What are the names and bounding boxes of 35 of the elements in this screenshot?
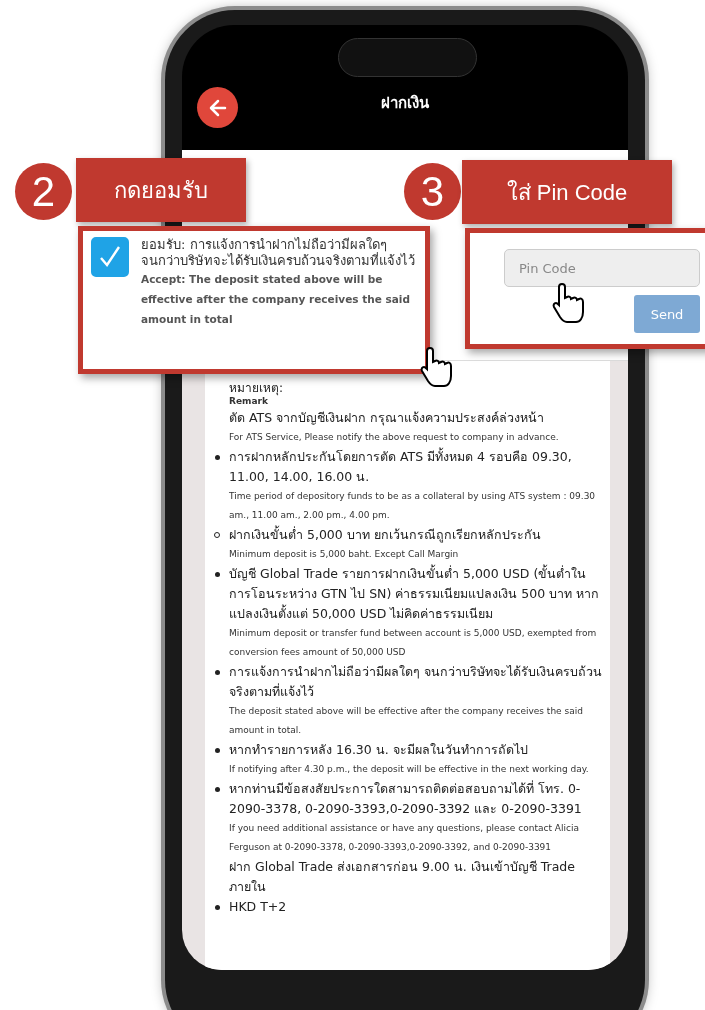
accept-translation: Accept: The deposit stated above will be effective after the company receives the said amount in total <box>141 272 411 327</box>
note-translation: If notifying after 4.30 p.m., the deposit will be effective in the next working day. <box>229 763 590 776</box>
note-text: หมายเหตุ: <box>229 381 285 395</box>
note-translation: If you need additional assistance or have any questions, please contact Alicia Ferguson at 0-2090-3378, 0-2090-3393,0-2090-3392, and 0-2090-3391 <box>229 822 580 854</box>
note-translation: Minimum deposit or transfer fund between account is 5,000 USD, exempted from conversion fees amount of 50,000 USD <box>229 627 598 659</box>
note-text: การแจ้งการนำฝากไม่ถือว่ามีผลใดๆ จนกว่าบริษัทจะได้รับเงินครบถ้วนจริงตามที่แจ้งไว้ <box>229 663 603 701</box>
step-label: ใส่ Pin Code <box>462 160 672 224</box>
note-translation: Minimum deposit is 5,000 baht. Except Call Margin <box>229 548 460 561</box>
bullet-icon <box>214 669 220 675</box>
hand-cursor-icon <box>552 282 586 326</box>
step-label: กดยอมรับ <box>76 158 246 222</box>
note-text: HKD T+2 <box>229 898 288 916</box>
note-text: หากท่านมีข้อสงสัยประการใดสามารถติดต่อสอบถามได้ที่ โทร. 0-2090-3378, 0-2090-3393,0-2090-3392 และ 0-2090-3391 <box>229 779 583 818</box>
bullet-icon <box>214 454 220 460</box>
note-text: บัญชี Global Trade รายการฝากเงินขั้นต่ำ 5,000 USD (ขั้นต่ำในการโอนระหว่าง GTN ไป SN) ค่าธรรมเนียมแปลงเงิน 500 บาท หากแปลงเงินตั้งแต่ 50,000 USD ไม่คิดค่าธรรมเนียม <box>229 564 601 623</box>
note-text: หากทำรายการหลัง 16.30 น. จะมีผลในวันทำการถัดไป <box>229 741 529 759</box>
send-button[interactable]: Send <box>634 295 700 333</box>
bullet-icon <box>214 747 220 753</box>
note-text: การฝากหลักประกันโดยการตัด ATS มีทั้งหมด 4 รอบคือ 09.30, 11.00, 14.00, 16.00 น. <box>229 447 573 486</box>
note-translation: For ATS Service, Please notify the above request to company in advance. <box>229 431 560 444</box>
accept-checkbox[interactable] <box>91 237 129 277</box>
note-text: ฝากเงินขั้นต่ำ 5,000 บาท ยกเว้นกรณีถูกเรียกหลักประกัน <box>229 525 542 545</box>
bullet-icon <box>214 904 220 910</box>
note-text: ฝาก Global Trade ส่งเอกสารก่อน 9.00 น. เงินเข้าบัญชี Trade ภายใน <box>229 858 576 896</box>
accept-text: ยอมรับ: การแจ้งการนำฝากไม่ถือว่ามีผลใดๆ จนกว่าบริษัทจะได้รับเงินครบถ้วนจริงตามที่แจ้งไว้ <box>141 237 416 269</box>
note-translation: Time period of depository funds to be as a collateral by using ATS system : 09.30 am., 11.00 am., 2.00 pm., 4.00 pm. <box>229 490 597 522</box>
step-number: 2 <box>15 163 72 220</box>
bullet-icon <box>214 571 220 577</box>
pin-code-field[interactable]: Pin Code <box>504 249 700 287</box>
screen-title: ฝากเงิน <box>381 92 429 114</box>
back-button[interactable] <box>197 87 238 128</box>
note-translation: The deposit stated above will be effective after the company receives the said amount in total. <box>229 705 584 737</box>
note-translation: Remark <box>229 396 269 408</box>
note-text: ตัด ATS จากบัญชีเงินฝาก กรุณาแจ้งความประสงค์ล่วงหน้า <box>229 409 546 428</box>
bullet-icon <box>214 786 220 792</box>
